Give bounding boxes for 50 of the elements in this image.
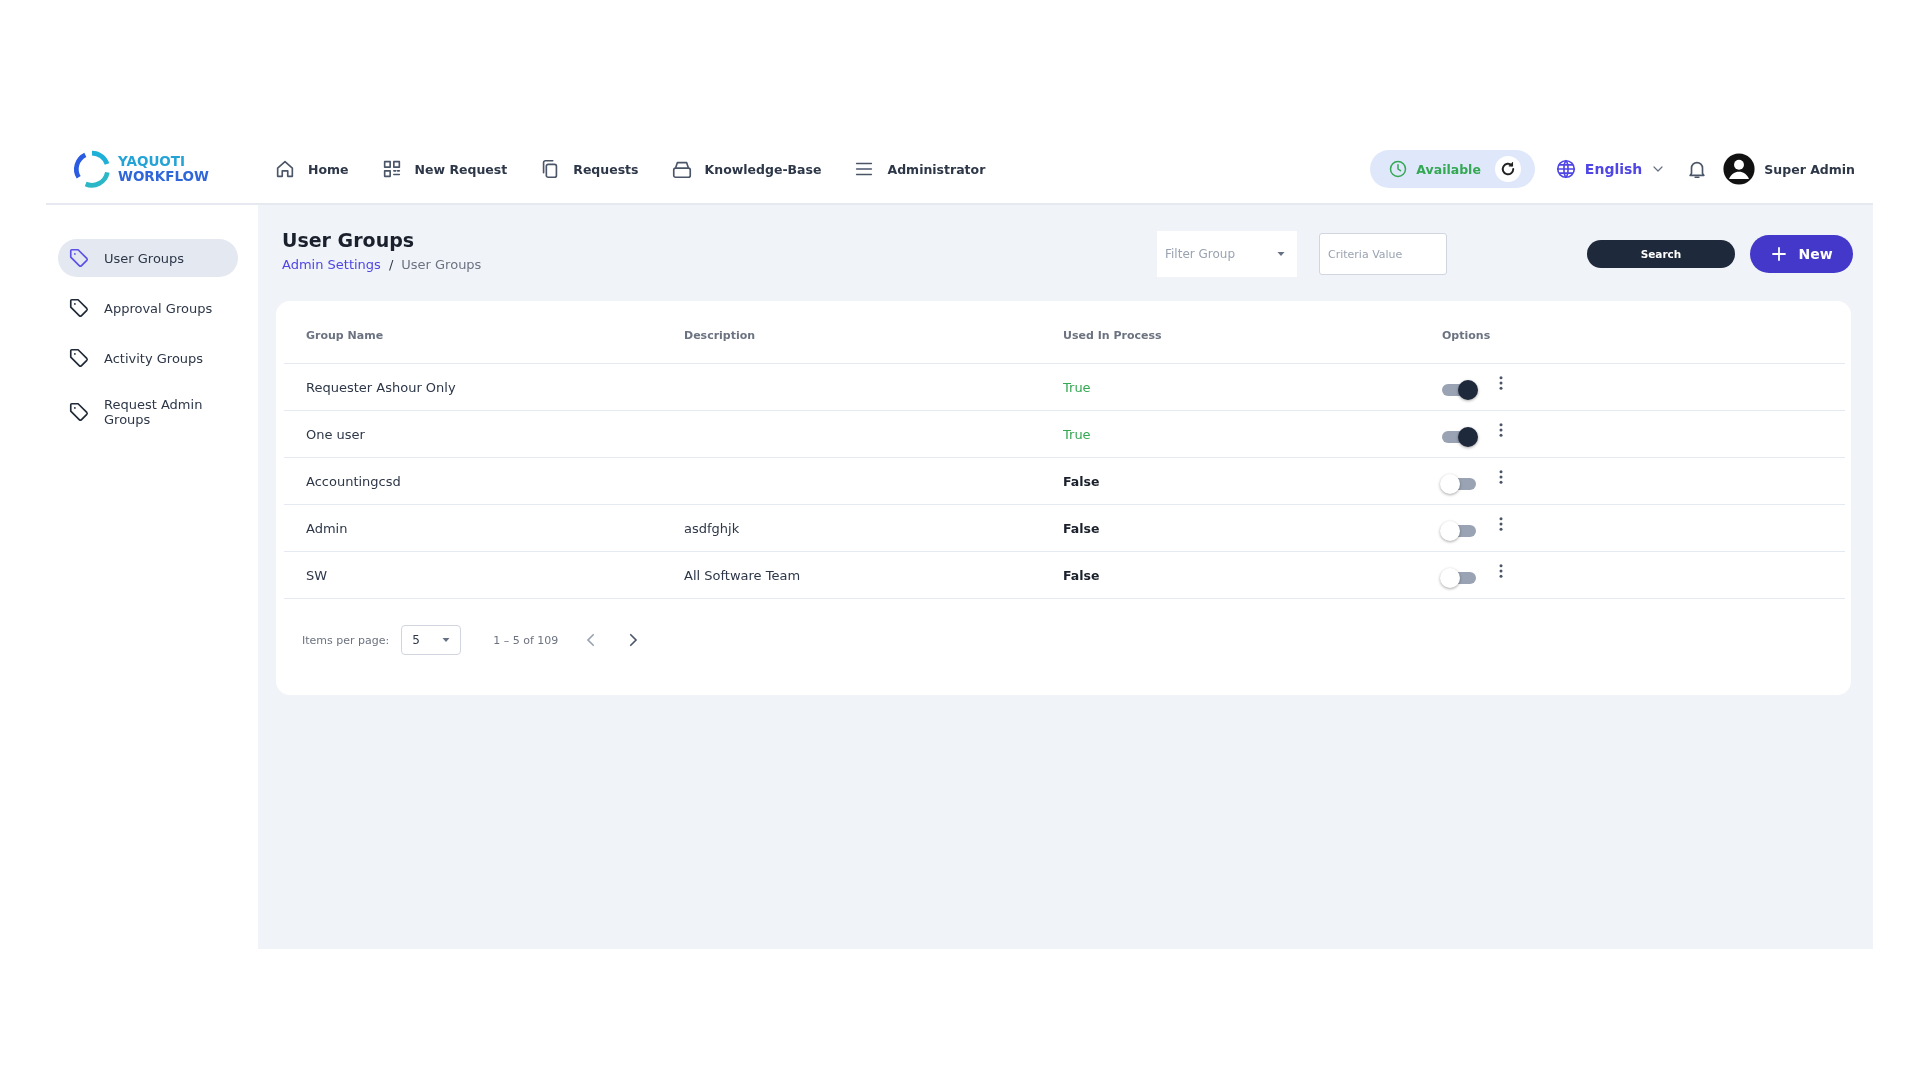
items-per-page-label: Items per page: — [302, 633, 390, 647]
globe-icon — [1554, 158, 1577, 180]
plus-icon — [1770, 245, 1789, 263]
sidebar-item[interactable]: User Groups — [58, 239, 238, 277]
tag-icon[interactable] — [68, 297, 90, 319]
breadcrumb-link[interactable]: Admin Settings — [282, 257, 381, 272]
language-selector[interactable]: English — [1554, 158, 1667, 180]
breadcrumb-current: User Groups — [401, 257, 482, 272]
page-title: User Groups — [282, 229, 416, 251]
sidebar-item[interactable]: Activity Groups — [58, 339, 238, 377]
new-button[interactable]: New — [1750, 235, 1853, 273]
column-header: Description — [683, 328, 757, 342]
nav-link[interactable]: Knowledge-Base — [670, 158, 822, 180]
sidebar-item[interactable]: Approval Groups — [58, 289, 238, 327]
sidebar-item[interactable]: Request Admin Groups — [58, 389, 238, 435]
page-range: 1 – 5 of 109 — [493, 633, 559, 647]
table-cell-text: True — [1062, 379, 1092, 395]
logo-text: WORKFLOW — [118, 169, 209, 184]
page-size-dropdown[interactable]: 5 — [401, 625, 462, 655]
table-cell-text: asdfghjk — [683, 520, 741, 536]
table-cell-text: False — [1062, 473, 1101, 489]
table-cell-text: False — [1062, 520, 1101, 536]
column-header: Options — [1441, 328, 1492, 342]
table-cell-text: SW — [305, 567, 329, 583]
avatar-icon[interactable] — [1722, 152, 1757, 186]
table-cell-text: One user — [305, 426, 366, 442]
logo-text: YAQUOTI — [118, 154, 187, 169]
status-label: Available — [1416, 161, 1481, 177]
table-cell-text: Admin — [305, 520, 349, 536]
table-cell-text: True — [1062, 426, 1092, 442]
home-icon[interactable] — [274, 158, 296, 180]
nav-link[interactable]: Requests — [539, 158, 639, 180]
user-name[interactable]: Super Admin — [1764, 161, 1855, 177]
nav-link[interactable]: New Request — [380, 158, 508, 180]
table-cell-text: Accountingcsd — [305, 473, 402, 489]
tag-icon[interactable] — [68, 401, 90, 423]
table-cell-text: Requester Ashour Only — [305, 379, 457, 395]
column-header: Group Name — [305, 328, 385, 342]
search-button[interactable]: Search — [1587, 240, 1735, 268]
nav-link[interactable]: Home — [274, 158, 349, 180]
table-cell-text: False — [1062, 567, 1101, 583]
clock-icon — [1388, 159, 1409, 179]
column-header: Used In Process — [1062, 328, 1163, 342]
criteria-field[interactable]: Criteria Value — [1319, 233, 1447, 275]
logo-icon — [72, 149, 112, 189]
refresh-button[interactable] — [1494, 156, 1521, 182]
nav-link[interactable]: Administrator — [853, 158, 986, 180]
table-cell-text: All Software Team — [683, 567, 802, 583]
breadcrumb-separator: / — [388, 257, 394, 272]
tag-icon[interactable] — [68, 347, 90, 369]
